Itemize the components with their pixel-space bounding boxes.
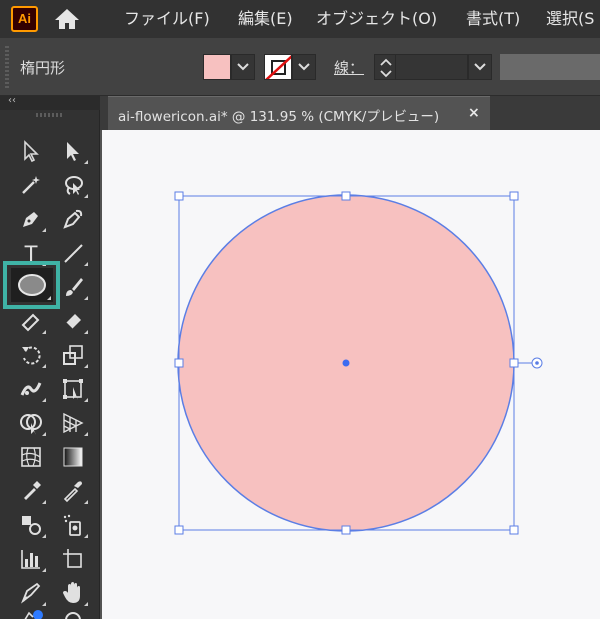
zoom-tool[interactable] [56, 606, 90, 619]
type-tool[interactable]: T [14, 238, 48, 268]
scale-tool[interactable] [56, 340, 90, 370]
blend-tool[interactable] [14, 510, 48, 540]
width-tool[interactable] [14, 374, 48, 404]
menu-select[interactable]: 選択(S [546, 0, 594, 38]
hand-tool[interactable] [56, 578, 90, 608]
stroke-color-swatch[interactable] [264, 54, 292, 80]
eyedropper-tool-alt[interactable] [14, 476, 48, 506]
control-bar: 楕円形 線： [0, 38, 600, 96]
column-graph-tool[interactable] [14, 544, 48, 574]
collapse-panel-icon[interactable]: ‹‹ [8, 95, 16, 106]
ellipse-tool[interactable] [11, 268, 53, 302]
menu-edit[interactable]: 編集(E) [238, 0, 293, 38]
selection-tool[interactable] [14, 136, 48, 166]
artboard-tool[interactable] [56, 544, 90, 574]
direct-selection-tool[interactable] [56, 136, 90, 166]
rotate-tool[interactable] [14, 340, 48, 370]
lasso-tool[interactable] [56, 170, 90, 200]
line-segment-tool[interactable] [56, 238, 90, 268]
center-point [342, 359, 350, 367]
control-bar-grip[interactable] [5, 46, 9, 88]
stroke-weight-label: 線： [334, 59, 365, 77]
slice-tool[interactable] [14, 578, 48, 608]
gradient-tool[interactable] [56, 442, 90, 472]
menu-type[interactable]: 書式(T) [466, 0, 520, 38]
type-tool-glyph: T [24, 242, 38, 265]
menu-object[interactable]: オブジェクト(O) [316, 0, 437, 38]
stroke-weight-stepper[interactable] [374, 54, 396, 80]
home-icon[interactable] [53, 7, 81, 31]
menu-bar: Ai ファイル(F) 編集(E) オブジェクト(O) 書式(T) 選択(S [0, 0, 600, 38]
mesh-tool[interactable] [14, 442, 48, 472]
tools-panel: ‹‹ T [0, 95, 100, 619]
app-logo: Ai [11, 6, 38, 32]
paintbrush-tool[interactable] [56, 272, 90, 302]
artwork [174, 191, 543, 535]
tools-panel-grip[interactable] [36, 113, 64, 117]
close-tab-icon[interactable]: × [468, 105, 480, 121]
fill-color-swatch[interactable] [203, 54, 231, 80]
document-tab-bar: ai-flowericon.ai* @ 131.95 % (CMYK/プレビュー… [100, 96, 600, 130]
pen-tool[interactable] [14, 204, 48, 234]
tools-panel-header: ‹‹ [0, 95, 100, 110]
shaper-tool[interactable] [14, 306, 48, 336]
fill-dropdown[interactable] [231, 54, 255, 80]
stroke-weight-input[interactable] [396, 54, 468, 80]
free-transform-tool[interactable] [56, 374, 90, 404]
magic-wand-tool[interactable] [14, 170, 48, 200]
fill-stroke-swatch-icon[interactable] [14, 606, 48, 619]
document-tab[interactable]: ai-flowericon.ai* @ 131.95 % (CMYK/プレビュー… [108, 96, 490, 130]
selected-shape-label: 楕円形 [20, 59, 66, 77]
eraser-tool[interactable] [56, 306, 90, 336]
stroke-dropdown[interactable] [292, 54, 316, 80]
perspective-grid-tool[interactable] [56, 408, 90, 438]
symbol-sprayer-tool[interactable] [56, 510, 90, 540]
document-tab-title: ai-flowericon.ai* @ 131.95 % (CMYK/プレビュー… [118, 109, 440, 125]
menu-file[interactable]: ファイル(F) [124, 0, 210, 38]
illustrator-window: Ai ファイル(F) 編集(E) オブジェクト(O) 書式(T) 選択(S 楕円… [0, 0, 600, 619]
artboard-canvas[interactable] [102, 130, 600, 619]
shape-builder-tool[interactable] [14, 408, 48, 438]
variable-width-profile[interactable] [500, 54, 600, 80]
curvature-tool[interactable] [56, 204, 90, 234]
eyedropper-tool[interactable] [56, 476, 90, 506]
stroke-weight-dropdown[interactable] [468, 54, 492, 80]
